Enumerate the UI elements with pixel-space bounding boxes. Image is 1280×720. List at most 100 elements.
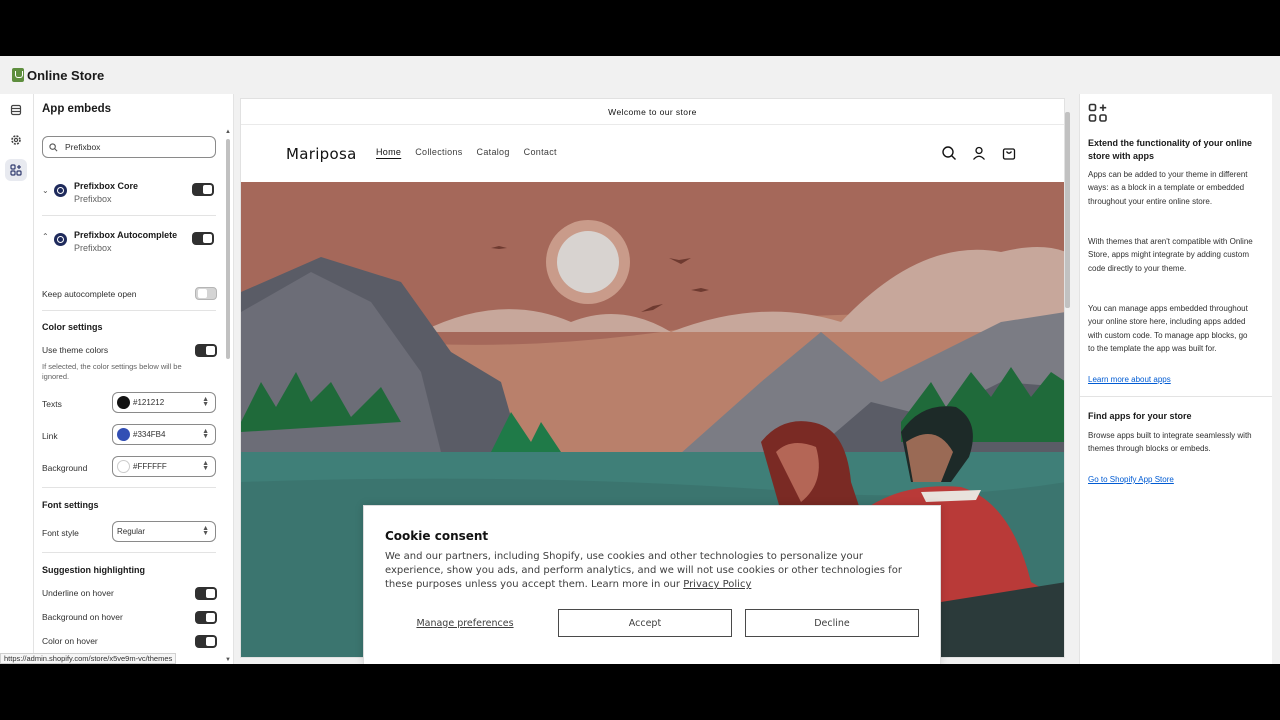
cookie-title: Cookie consent [385,529,489,543]
search-field[interactable] [42,136,216,158]
nav-collections[interactable]: Collections [415,147,462,157]
app-toggle-autocomplete[interactable] [192,232,214,245]
theme-editor: Online Store App embeds ⌄ Prefixbox Core… [0,56,1280,664]
use-theme-colors-toggle[interactable] [195,344,217,357]
divider [42,487,216,488]
info-panel: Extend the functionality of your online … [1079,94,1273,664]
shopify-bag-icon[interactable] [12,68,24,82]
background-color-picker[interactable]: #FFFFFF ▲ ▼ [112,456,216,477]
cart-icon[interactable] [1001,145,1017,161]
app-vendor: Prefixbox [74,243,112,253]
app-store-link[interactable]: Go to Shopify App Store [1088,475,1174,484]
app-embeds-nav-button[interactable] [5,159,27,181]
sections-nav-button[interactable] [5,99,27,121]
cookie-text: We and our partners, including Shopify, … [385,551,902,590]
divider [42,215,216,216]
link-label: Link [42,431,58,441]
nav-catalog[interactable]: Catalog [477,147,510,157]
scroll-thumb[interactable] [226,139,230,359]
learn-more-link[interactable]: Learn more about apps [1088,375,1171,384]
app-embeds-panel: App embeds ⌄ Prefixbox Core Prefixbox ⌃ … [34,94,234,664]
color-value: #FFFFFF [133,462,167,471]
stepper-icon: ▲ ▼ [202,525,209,537]
color-swatch [117,428,130,441]
divider [42,310,216,311]
app-embed-prefixbox-core[interactable]: ⌄ Prefixbox Core Prefixbox [40,181,218,213]
link-color-picker[interactable]: #334FB4 ▲ ▼ [112,424,216,445]
preview-scrollbar[interactable] [1063,100,1073,660]
manage-preferences-button[interactable]: Manage preferences [385,609,545,637]
search-icon[interactable] [941,145,957,161]
store-header: Mariposa Home Collections Catalog Contac… [241,125,1064,181]
right-scrollbar[interactable] [1272,94,1280,664]
app-vendor: Prefixbox [74,194,112,204]
scroll-down-icon[interactable]: ▼ [225,657,231,663]
app-embed-prefixbox-autocomplete[interactable]: ⌃ Prefixbox Autocomplete Prefixbox [40,230,218,262]
accept-button[interactable]: Accept [558,609,732,637]
color-swatch [117,396,130,409]
sidebar-scrollbar[interactable]: ▲ ▼ [224,129,232,663]
find-apps-paragraph: Browse apps built to integrate seamlessl… [1088,431,1252,454]
scroll-up-icon[interactable]: ▲ [225,129,231,135]
divider [1080,396,1273,397]
prefixbox-app-icon [54,184,67,197]
icon-rail [0,94,34,664]
chevron-up-icon[interactable]: ⌃ [42,232,49,241]
color-settings-hint: If selected, the color settings below wi… [42,362,182,381]
background-label: Background [42,463,88,473]
texts-color-picker[interactable]: #121212 ▲ ▼ [112,392,216,413]
color-value: #121212 [133,398,165,407]
search-input[interactable] [65,142,205,152]
app-name: Prefixbox Autocomplete [74,230,178,240]
apps-paragraph-3: You can manage apps embedded throughout … [1088,304,1248,354]
underline-hover-toggle[interactable] [195,587,217,600]
sections-icon [10,104,22,116]
stepper-icon: ▲ ▼ [202,428,209,440]
suggestion-title: Suggestion highlighting [42,565,145,575]
apps-paragraph-2: With themes that aren't compatible with … [1088,237,1253,273]
color-swatch [117,460,130,473]
divider [42,552,216,553]
stepper-icon: ▲ ▼ [202,460,209,472]
color-settings-title: Color settings [42,322,103,332]
apps-icon [10,164,22,176]
font-style-select[interactable]: Regular ▲ ▼ [112,521,216,542]
color-hover-label: Color on hover [42,636,98,646]
underline-hover-label: Underline on hover [42,588,114,598]
panel-title: App embeds [42,103,112,115]
page-title: Online Store [27,67,105,83]
top-bar: Online Store [0,56,1280,94]
color-hover-toggle[interactable] [195,635,217,648]
app-toggle-core[interactable] [192,183,214,196]
color-value: #334FB4 [133,430,166,439]
bg-hover-toggle[interactable] [195,611,217,624]
nav-contact[interactable]: Contact [524,147,557,157]
status-bar-url: https://admin.shopify.com/store/x5ve9m-v… [0,653,177,664]
scroll-thumb[interactable] [1065,112,1070,308]
font-settings-title: Font settings [42,500,99,510]
cookie-body: We and our partners, including Shopify, … [385,550,915,592]
settings-nav-button[interactable] [5,129,27,151]
account-icon[interactable] [971,145,987,161]
announcement-bar: Welcome to our store [241,99,1064,125]
nav-home[interactable]: Home [376,147,401,157]
font-style-label: Font style [42,528,79,538]
app-name: Prefixbox Core [74,181,139,191]
chevron-down-icon[interactable]: ⌄ [42,186,49,195]
search-icon [49,142,58,151]
prefixbox-app-icon [54,233,67,246]
keep-open-toggle[interactable] [195,287,217,300]
keep-open-label: Keep autocomplete open [42,289,137,299]
bg-hover-label: Background on hover [42,612,123,622]
use-theme-colors-label: Use theme colors [42,345,109,355]
select-value: Regular [117,527,146,536]
store-nav: Home Collections Catalog Contact [376,147,571,157]
find-apps-heading: Find apps for your store [1088,411,1192,421]
decline-button[interactable]: Decline [745,609,919,637]
gear-icon [11,135,21,145]
extend-heading: Extend the functionality of your online … [1088,138,1253,161]
texts-label: Texts [42,399,62,409]
apps-paragraph-1: Apps can be added to your theme in diffe… [1088,170,1248,206]
privacy-policy-link[interactable]: Privacy Policy [683,579,751,590]
store-logo[interactable]: Mariposa [286,145,357,163]
